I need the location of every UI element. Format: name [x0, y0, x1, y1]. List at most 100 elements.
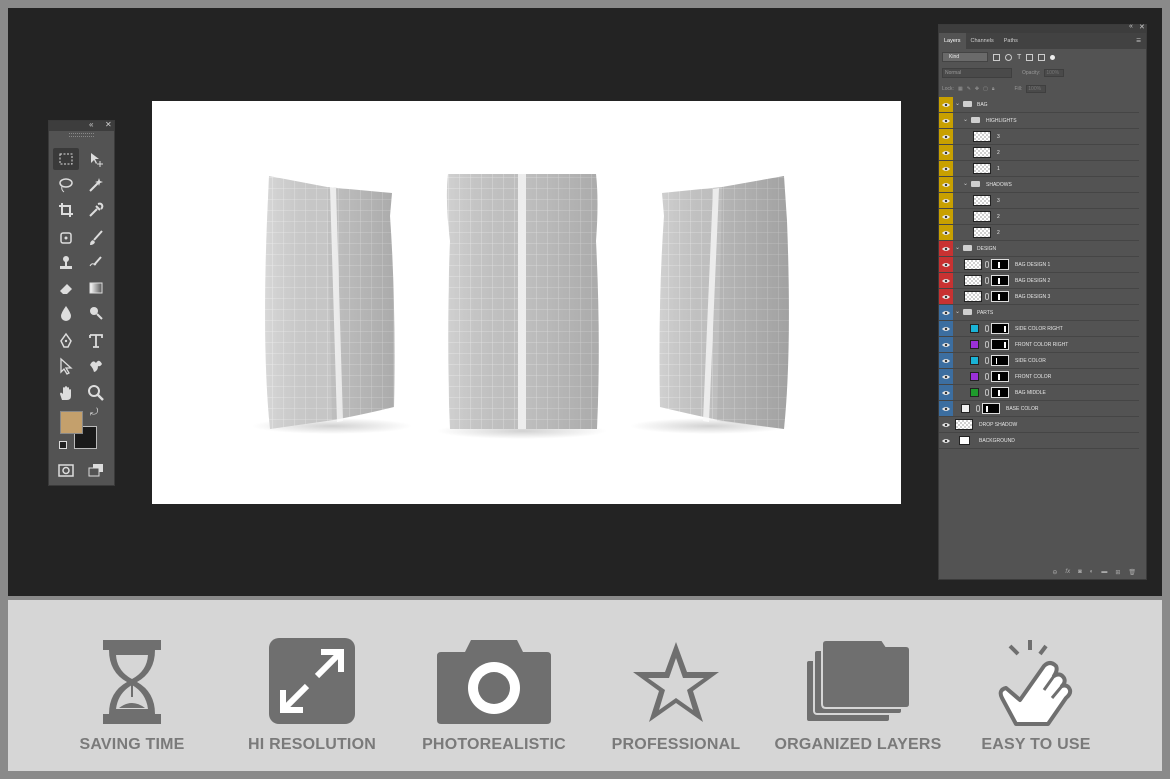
- layer-row[interactable]: 3: [939, 129, 1139, 145]
- adjustment-layer-icon[interactable]: ◐: [1090, 569, 1094, 575]
- layer-mask-thumbnail[interactable]: [991, 355, 1009, 366]
- visibility-eye-icon[interactable]: [939, 369, 953, 384]
- blend-mode-select[interactable]: Normal: [942, 68, 1012, 78]
- visibility-eye-icon[interactable]: [939, 113, 953, 128]
- blur-tool[interactable]: [53, 302, 79, 324]
- visibility-eye-icon[interactable]: [939, 145, 953, 160]
- lock-all-icon[interactable]: 🔒︎: [992, 86, 995, 92]
- layer-mask-thumbnail[interactable]: [991, 275, 1009, 286]
- color-fill-swatch[interactable]: [970, 372, 979, 381]
- color-fill-swatch[interactable]: [970, 324, 979, 333]
- lock-pixels-icon[interactable]: ▦: [958, 86, 963, 92]
- lock-image-icon[interactable]: ✎: [967, 86, 971, 92]
- lock-position-icon[interactable]: ✥: [975, 86, 979, 92]
- visibility-eye-icon[interactable]: [939, 321, 953, 336]
- layer-mask-thumbnail[interactable]: [991, 371, 1009, 382]
- eraser-tool[interactable]: [53, 277, 79, 299]
- layer-row[interactable]: FRONT COLOR: [939, 369, 1139, 385]
- visibility-eye-icon[interactable]: [939, 433, 953, 448]
- panel-menu-icon[interactable]: ☰: [1131, 33, 1146, 49]
- default-colors-icon[interactable]: [59, 441, 67, 449]
- visibility-eye-icon[interactable]: [939, 177, 953, 192]
- zoom-tool[interactable]: [83, 382, 109, 404]
- pixel-filter-icon[interactable]: [993, 53, 1000, 61]
- healing-brush-tool[interactable]: [53, 227, 79, 249]
- visibility-eye-icon[interactable]: [939, 273, 953, 288]
- brush-tool[interactable]: [83, 227, 109, 249]
- link-icon[interactable]: [985, 341, 989, 348]
- layers-panel-titlebar[interactable]: « ✕: [939, 23, 1146, 33]
- chevron-down-icon[interactable]: ⌄: [963, 117, 968, 123]
- visibility-eye-icon[interactable]: [939, 289, 953, 304]
- new-layer-icon[interactable]: ⊞: [1115, 569, 1120, 576]
- clone-stamp-tool[interactable]: [53, 252, 79, 274]
- filter-toggle-icon[interactable]: [1050, 54, 1056, 60]
- tools-grip[interactable]: [69, 133, 94, 137]
- link-icon[interactable]: [985, 261, 989, 268]
- layer-row[interactable]: 2: [939, 225, 1139, 241]
- layer-row[interactable]: FRONT COLOR RIGHT: [939, 337, 1139, 353]
- path-selection-tool[interactable]: [53, 355, 79, 377]
- layer-row[interactable]: 3: [939, 193, 1139, 209]
- visibility-eye-icon[interactable]: [939, 193, 953, 208]
- visibility-eye-icon[interactable]: [939, 97, 953, 112]
- tab-paths[interactable]: Paths: [999, 33, 1023, 49]
- layer-mask-thumbnail[interactable]: [982, 403, 1000, 414]
- move-tool[interactable]: [83, 148, 109, 170]
- layer-mask-thumbnail[interactable]: [991, 259, 1009, 270]
- link-icon[interactable]: [985, 357, 989, 364]
- color-fill-swatch[interactable]: [970, 356, 979, 365]
- link-icon[interactable]: [985, 277, 989, 284]
- document-canvas[interactable]: [152, 101, 901, 504]
- layer-row[interactable]: ⌄ BAG: [939, 97, 1139, 113]
- close-icon[interactable]: ✕: [1139, 23, 1145, 31]
- add-mask-icon[interactable]: ◙: [1078, 569, 1082, 575]
- chevron-down-icon[interactable]: ⌄: [955, 309, 960, 315]
- color-fill-swatch[interactable]: [970, 388, 979, 397]
- marquee-tool[interactable]: [53, 148, 79, 170]
- crop-tool[interactable]: [53, 199, 79, 221]
- visibility-eye-icon[interactable]: [939, 241, 953, 256]
- color-fill-swatch[interactable]: [961, 404, 970, 413]
- layer-row[interactable]: BAG DESIGN 3: [939, 289, 1139, 305]
- visibility-eye-icon[interactable]: [939, 417, 953, 432]
- fill-field[interactable]: 100%: [1026, 85, 1047, 93]
- hand-tool[interactable]: [53, 382, 79, 404]
- layer-row[interactable]: 2: [939, 209, 1139, 225]
- opacity-field[interactable]: 100%: [1044, 69, 1065, 77]
- tab-channels[interactable]: Channels: [966, 33, 999, 49]
- visibility-eye-icon[interactable]: [939, 129, 953, 144]
- visibility-eye-icon[interactable]: [939, 225, 953, 240]
- screen-mode-button[interactable]: [83, 459, 109, 481]
- layer-row[interactable]: 1: [939, 161, 1139, 177]
- collapse-icon[interactable]: «: [89, 120, 93, 129]
- trash-icon[interactable]: 🗑︎: [1128, 569, 1136, 576]
- chevron-down-icon[interactable]: ⌄: [955, 245, 960, 251]
- type-filter-icon[interactable]: T: [1017, 54, 1021, 61]
- layer-row[interactable]: ⌄ SHADOWS: [939, 177, 1139, 193]
- quick-mask-button[interactable]: [53, 459, 79, 481]
- layer-row[interactable]: BASE COLOR: [939, 401, 1139, 417]
- custom-shape-tool[interactable]: [83, 355, 109, 377]
- layer-row[interactable]: ⌄ HIGHLIGHTS: [939, 113, 1139, 129]
- shape-filter-icon[interactable]: [1026, 53, 1034, 61]
- link-icon[interactable]: [976, 405, 980, 412]
- visibility-eye-icon[interactable]: [939, 401, 953, 416]
- visibility-eye-icon[interactable]: [939, 305, 953, 320]
- layer-mask-thumbnail[interactable]: [991, 323, 1009, 334]
- collapse-icon[interactable]: «: [1129, 23, 1133, 30]
- chevron-down-icon[interactable]: ⌄: [963, 181, 968, 187]
- swap-colors-icon[interactable]: ⤾: [90, 407, 98, 418]
- history-brush-tool[interactable]: [83, 252, 109, 274]
- link-icon[interactable]: [985, 389, 989, 396]
- visibility-eye-icon[interactable]: [939, 257, 953, 272]
- layer-row[interactable]: BAG MIDDLE: [939, 385, 1139, 401]
- link-icon[interactable]: [985, 325, 989, 332]
- visibility-eye-icon[interactable]: [939, 161, 953, 176]
- tab-layers[interactable]: Layers: [939, 33, 966, 49]
- link-layers-icon[interactable]: ⊖: [1052, 569, 1057, 576]
- layer-row[interactable]: ⌄ DESIGN: [939, 241, 1139, 257]
- visibility-eye-icon[interactable]: [939, 209, 953, 224]
- layer-row[interactable]: 2: [939, 145, 1139, 161]
- eyedropper-tool[interactable]: [83, 199, 109, 221]
